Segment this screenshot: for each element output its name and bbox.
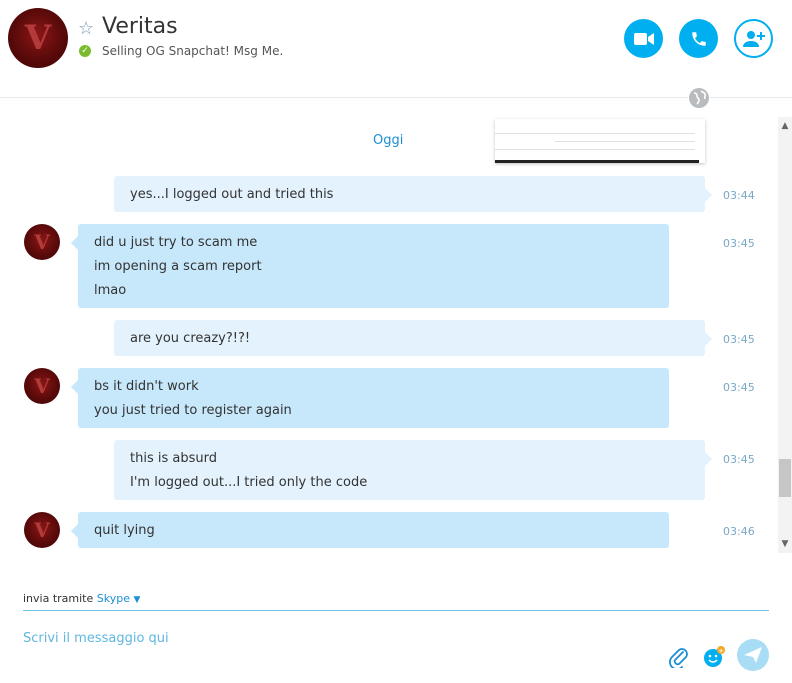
contact-mood-message: Selling OG Snapchat! Msg Me. bbox=[102, 44, 284, 58]
message-bubble-incoming[interactable]: quit lying bbox=[71, 512, 669, 548]
message-text: im opening a scam report bbox=[94, 259, 262, 274]
message-text: I'm logged out...I tried only the code bbox=[130, 475, 368, 490]
svg-text:+: + bbox=[718, 647, 724, 655]
favorite-star-icon[interactable]: ☆ bbox=[78, 18, 94, 39]
message-input[interactable] bbox=[23, 628, 643, 648]
message-timestamp: 03:45 bbox=[723, 333, 755, 346]
message-text: quit lying bbox=[94, 523, 155, 538]
message-timestamp: 03:45 bbox=[723, 237, 755, 250]
chat-scrollbar[interactable]: ▲ ▼ bbox=[778, 117, 792, 553]
send-via-service[interactable]: Skype bbox=[97, 592, 130, 605]
video-camera-icon bbox=[633, 32, 654, 45]
send-via-selector[interactable]: invia tramite Skype ▼ bbox=[23, 592, 140, 605]
voice-call-button[interactable] bbox=[679, 19, 718, 58]
send-arrow-icon bbox=[744, 647, 762, 663]
message-text: lmao bbox=[94, 283, 127, 298]
shared-image-preview[interactable] bbox=[495, 119, 705, 163]
scrollbar-thumb[interactable] bbox=[779, 459, 791, 497]
message-text: yes...I logged out and tried this bbox=[130, 187, 334, 202]
chat-history: Oggi yes...I logged out and tried this 0… bbox=[0, 98, 778, 553]
smiley-icon: + bbox=[704, 646, 725, 667]
paperclip-icon bbox=[669, 648, 688, 668]
conversation-header: V ☆ Veritas ✓ Selling OG Snapchat! Msg M… bbox=[0, 0, 792, 98]
contact-avatar[interactable]: V bbox=[8, 8, 68, 68]
sender-avatar[interactable]: V bbox=[24, 512, 60, 548]
message-bubble-outgoing[interactable]: this is absurd I'm logged out...I tried … bbox=[114, 440, 712, 500]
message-text: this is absurd bbox=[130, 451, 217, 466]
message-text: did u just try to scam me bbox=[94, 235, 258, 250]
video-call-button[interactable] bbox=[624, 19, 663, 58]
emoticon-button[interactable]: + bbox=[701, 644, 727, 670]
add-person-icon bbox=[742, 30, 765, 47]
scroll-up-arrow-icon[interactable]: ▲ bbox=[778, 119, 792, 133]
message-text: bs it didn't work bbox=[94, 379, 199, 394]
message-text: you just tried to register again bbox=[94, 403, 292, 418]
message-bubble-outgoing[interactable]: are you creazy?!?! bbox=[114, 320, 712, 356]
add-people-button[interactable] bbox=[734, 19, 773, 58]
chevron-down-icon[interactable]: ▼ bbox=[134, 595, 141, 605]
avatar-letter: V bbox=[34, 230, 50, 254]
online-status-icon: ✓ bbox=[79, 45, 91, 57]
scroll-down-arrow-icon[interactable]: ▼ bbox=[778, 537, 792, 551]
avatar-letter: V bbox=[34, 518, 50, 542]
message-bubble-incoming[interactable]: did u just try to scam me im opening a s… bbox=[71, 224, 669, 308]
send-via-label: invia tramite bbox=[23, 592, 94, 605]
send-message-button[interactable] bbox=[737, 639, 769, 671]
message-bubble-outgoing[interactable]: yes...I logged out and tried this bbox=[114, 176, 712, 212]
message-timestamp: 03:45 bbox=[723, 381, 755, 394]
message-text: are you creazy?!?! bbox=[130, 331, 251, 346]
sender-avatar[interactable]: V bbox=[24, 368, 60, 404]
message-bubble-incoming[interactable]: bs it didn't work you just tried to regi… bbox=[71, 368, 669, 428]
date-separator: Oggi bbox=[373, 133, 404, 148]
avatar-letter: V bbox=[24, 18, 52, 58]
attach-file-button[interactable] bbox=[667, 645, 691, 669]
message-timestamp: 03:44 bbox=[723, 189, 755, 202]
avatar-letter: V bbox=[34, 374, 50, 398]
message-timestamp: 03:45 bbox=[723, 453, 755, 466]
phone-icon bbox=[691, 31, 706, 46]
sender-avatar[interactable]: V bbox=[24, 224, 60, 260]
compose-divider bbox=[23, 610, 769, 611]
contact-name[interactable]: Veritas bbox=[102, 14, 178, 39]
message-timestamp: 03:46 bbox=[723, 525, 755, 538]
